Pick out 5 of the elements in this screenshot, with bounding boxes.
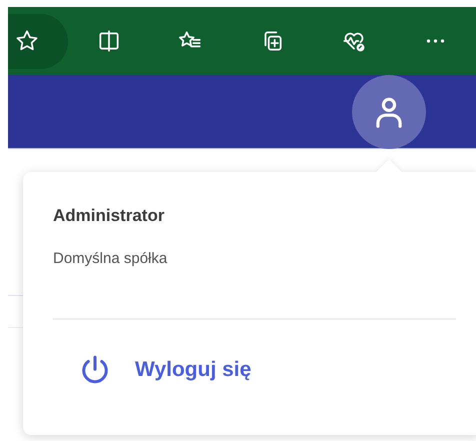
- more-icon: [426, 39, 445, 43]
- logout-button[interactable]: Wyloguj się: [77, 352, 252, 388]
- user-name: Administrator: [53, 206, 164, 226]
- company-name: Domyślna spółka: [53, 250, 168, 267]
- toolbar-button[interactable]: [8, 14, 68, 68]
